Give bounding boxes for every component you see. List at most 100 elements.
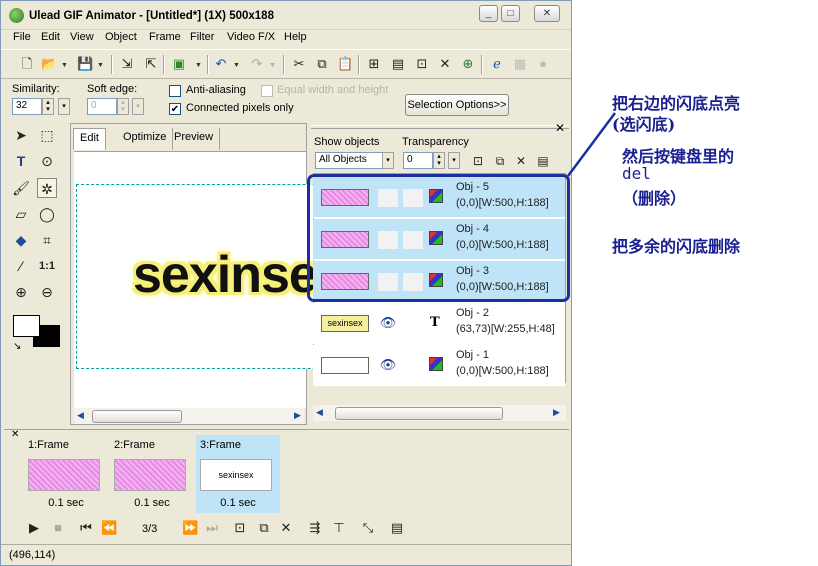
copy-icon[interactable]: ⧉ <box>314 56 330 72</box>
stop-icon[interactable]: ■ <box>50 520 66 536</box>
equal-wh-checkbox[interactable] <box>261 85 273 97</box>
connected-pixels-checkbox[interactable]: ✔ <box>169 103 181 115</box>
text-tool-icon[interactable]: T <box>11 151 31 171</box>
crop-tool-icon[interactable]: ⌗ <box>37 230 57 250</box>
rotate-tool-icon[interactable]: ⊙ <box>37 151 57 171</box>
scroll-right-icon[interactable]: ▶ <box>553 407 560 418</box>
crop-icon[interactable]: ⊞ <box>366 56 382 72</box>
last-frame-icon[interactable]: ⏭ <box>204 520 220 536</box>
open-dropdown-icon[interactable]: ▼ <box>61 62 68 69</box>
tab-edit[interactable]: Edit <box>73 128 106 150</box>
add-frame-icon[interactable]: ⊡ <box>232 520 248 536</box>
open-folder-icon[interactable]: 📂 <box>41 56 57 72</box>
brush-tool-icon[interactable]: 🖌 <box>11 178 31 198</box>
export-icon[interactable]: ⇱ <box>143 56 159 72</box>
play-icon[interactable]: ▶ <box>26 520 42 536</box>
menu-object[interactable]: Object <box>105 31 137 43</box>
close-button[interactable]: ✕ <box>534 5 560 22</box>
selection-options-button[interactable]: Selection Options>> <box>405 94 509 116</box>
eye-icon[interactable]: 👁 <box>378 357 398 375</box>
new-file-icon[interactable]: 🗋 <box>19 56 35 72</box>
import-icon[interactable]: ⇲ <box>119 56 135 72</box>
lock-toggle[interactable] <box>403 357 423 375</box>
scroll-thumb[interactable] <box>335 407 503 420</box>
paste-icon[interactable]: 📋 <box>337 56 353 72</box>
tab-optimize[interactable]: Optimize <box>117 128 174 150</box>
soft-edge-input[interactable]: 0 <box>87 98 117 115</box>
save-dropdown-icon[interactable]: ▼ <box>97 62 104 69</box>
actual-size-tool-icon[interactable]: 1:1 <box>37 256 57 276</box>
tab-preview[interactable]: Preview <box>168 128 221 150</box>
color-dropdown-icon[interactable]: ▼ <box>195 62 202 69</box>
delete-object-icon[interactable]: ✕ <box>513 153 529 169</box>
fill-tool-icon[interactable]: ◆ <box>11 230 31 250</box>
foreground-color-swatch[interactable] <box>13 315 40 337</box>
menu-file[interactable]: File <box>13 31 31 43</box>
undo-dropdown-icon[interactable]: ▼ <box>233 62 240 69</box>
menu-video-fx[interactable]: Video F/X <box>227 31 275 43</box>
maximize-button[interactable]: □ <box>501 5 520 22</box>
add-image-icon[interactable]: ⊡ <box>414 56 430 72</box>
lasso-tool-icon[interactable]: ◯ <box>37 204 57 224</box>
scroll-thumb[interactable] <box>92 410 182 423</box>
delete-frame-icon[interactable]: ✕ <box>278 520 294 536</box>
eyedropper-tool-icon[interactable]: ⁄ <box>11 256 31 276</box>
previous-frame-icon[interactable]: ⏪ <box>101 520 117 536</box>
similarity-input[interactable]: 32 <box>12 98 42 115</box>
zoom-in-tool-icon[interactable]: ⊕ <box>11 282 31 302</box>
frame-delay[interactable]: 0.1 sec <box>24 497 108 509</box>
first-frame-icon[interactable]: ⏮ <box>78 520 94 536</box>
similarity-dropdown[interactable]: ▾ <box>58 98 70 115</box>
cut-icon[interactable]: ✂ <box>291 56 307 72</box>
magic-wand-tool-icon[interactable]: ✲ <box>37 178 57 198</box>
show-objects-dropdown-icon[interactable]: ▾ <box>382 152 394 169</box>
optimize-icon[interactable]: ⊕ <box>460 56 476 72</box>
soft-edge-dropdown[interactable]: ▾ <box>132 98 144 115</box>
menu-view[interactable]: View <box>70 31 94 43</box>
scroll-left-icon[interactable]: ◀ <box>77 410 84 421</box>
transparency-input[interactable]: 0 <box>403 152 433 169</box>
menu-frame[interactable]: Frame <box>149 31 181 43</box>
eraser-tool-icon[interactable]: ▱ <box>11 204 31 224</box>
frame-2[interactable]: 2:Frame 0.1 sec <box>110 435 194 513</box>
color-select-icon[interactable]: ▣ <box>171 56 187 72</box>
zoom-out-tool-icon[interactable]: ⊖ <box>37 282 57 302</box>
frame-panel-close-icon[interactable]: ✕ <box>11 429 19 440</box>
scroll-left-icon[interactable]: ◀ <box>316 407 323 418</box>
save-icon[interactable]: 💾 <box>77 56 93 72</box>
banner-text-icon[interactable]: ⊤ <box>331 520 347 536</box>
menu-help[interactable]: Help <box>284 31 307 43</box>
marquee-tool-icon[interactable]: ⬚ <box>37 125 57 145</box>
duplicate-object-icon[interactable]: ⧉ <box>492 153 508 169</box>
show-objects-select[interactable]: All Objects <box>315 152 387 169</box>
undo-icon[interactable]: ↶ <box>213 56 229 72</box>
similarity-spinner[interactable]: ▴ ▾ <box>42 98 54 115</box>
object-list-scrollbar[interactable]: ◀ ▶ <box>313 405 566 421</box>
eye-icon[interactable]: 👁 <box>378 315 398 333</box>
menu-filter[interactable]: Filter <box>190 31 214 43</box>
delete-icon[interactable]: ✕ <box>437 56 453 72</box>
redo-icon[interactable]: ↷ <box>249 56 265 72</box>
new-object-icon[interactable]: ⊡ <box>470 153 486 169</box>
anti-aliasing-checkbox[interactable] <box>169 85 181 97</box>
swap-colors-icon[interactable]: ↘ <box>13 341 21 352</box>
menu-edit[interactable]: Edit <box>41 31 60 43</box>
redo-dropdown-icon[interactable]: ▼ <box>269 62 276 69</box>
frame-delay[interactable]: 0.1 sec <box>196 497 280 509</box>
lock-toggle[interactable] <box>403 315 423 333</box>
tween-icon[interactable]: ⇶ <box>307 520 323 536</box>
pointer-tool-icon[interactable]: ➤ <box>11 125 31 145</box>
frame-delay[interactable]: 0.1 sec <box>110 497 194 509</box>
frame-properties-icon[interactable]: ▤ <box>389 520 405 536</box>
canvas-horizontal-scrollbar[interactable]: ◀ ▶ <box>74 408 304 424</box>
browser-preview-icon[interactable]: ℯ <box>489 56 505 72</box>
transparency-spinner[interactable]: ▴ ▾ <box>433 152 445 169</box>
object-properties-icon[interactable]: ▤ <box>535 153 551 169</box>
canvas-area[interactable]: sexinsex <box>74 151 376 408</box>
soft-edge-spinner[interactable]: ▴ ▾ <box>117 98 129 115</box>
next-frame-icon[interactable]: ⏩ <box>182 520 198 536</box>
scroll-right-icon[interactable]: ▶ <box>294 410 301 421</box>
frame-3-selected[interactable]: 3:Frame sexinsex 0.1 sec <box>196 435 280 513</box>
reverse-frames-icon[interactable]: ⤡ <box>360 520 376 536</box>
object-row-1[interactable]: 👁 Obj - 1 (0,0)[W:500,H:188] <box>313 345 565 386</box>
